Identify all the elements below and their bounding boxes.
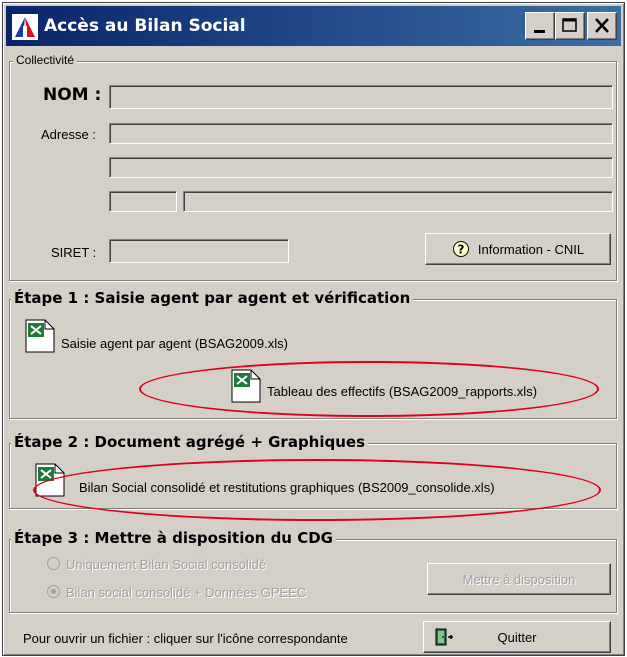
- quitter-button-label: Quitter: [497, 629, 537, 645]
- code-postal-field[interactable]: [109, 191, 177, 212]
- collectivite-legend: Collectivité: [13, 53, 78, 67]
- radio-option-gpeec[interactable]: Bilan social consolidé + Données GPEEC: [47, 585, 306, 600]
- exit-door-icon: [435, 628, 453, 646]
- radio-button-selected[interactable]: [47, 585, 60, 598]
- svg-text:?: ?: [457, 243, 464, 257]
- close-button[interactable]: [587, 12, 617, 40]
- etape2-legend: Étape 2 : Document agrégé + Graphiques: [11, 433, 369, 451]
- mettre-a-disposition-button[interactable]: Mettre à disposition: [427, 563, 611, 595]
- app-logo-icon: [12, 14, 38, 40]
- maximize-button[interactable]: [555, 12, 585, 40]
- radio-option-consolide[interactable]: Uniquement Bilan Social consolidé: [47, 557, 266, 572]
- question-icon: ?: [452, 241, 469, 257]
- minimize-icon: [534, 30, 545, 33]
- window-title: Accès au Bilan Social: [44, 16, 246, 36]
- cnil-button-label: Information - CNIL: [477, 241, 585, 257]
- quitter-button[interactable]: Quitter: [423, 621, 611, 653]
- footer-hint: Pour ouvrir un fichier : cliquer sur l'i…: [23, 631, 348, 646]
- adresse-line2-field[interactable]: [109, 157, 613, 178]
- title-bar[interactable]: Accès au Bilan Social: [6, 6, 621, 46]
- etape3-legend: Étape 3 : Mettre à disposition du CDG: [11, 529, 336, 547]
- nom-label: NOM :: [43, 85, 102, 105]
- excel-file-icon[interactable]: [25, 319, 55, 353]
- cnil-button[interactable]: ? Information - CNIL: [425, 233, 611, 265]
- annotation-ellipse: [139, 361, 599, 417]
- ville-field[interactable]: [183, 191, 613, 212]
- radio-option-label: Uniquement Bilan Social consolidé: [66, 557, 267, 572]
- adresse-label: Adresse :: [41, 127, 96, 142]
- minimize-button[interactable]: [525, 12, 555, 40]
- radio-option-label: Bilan social consolidé + Données GPEEC: [66, 585, 307, 600]
- nom-field[interactable]: [109, 85, 613, 109]
- dialog-window: Accès au Bilan Social Collectivité NOM :…: [2, 2, 625, 656]
- saisie-agent-label[interactable]: Saisie agent par agent (BSAG2009.xls): [61, 336, 288, 351]
- maximize-icon: [562, 18, 577, 32]
- siret-field[interactable]: [109, 239, 289, 263]
- annotation-ellipse: [33, 459, 601, 521]
- etape1-legend: Étape 1 : Saisie agent par agent et véri…: [11, 289, 414, 307]
- siret-label: SIRET :: [51, 245, 97, 260]
- radio-button[interactable]: [47, 557, 60, 570]
- adresse-line1-field[interactable]: [109, 123, 613, 144]
- close-icon: [595, 18, 609, 33]
